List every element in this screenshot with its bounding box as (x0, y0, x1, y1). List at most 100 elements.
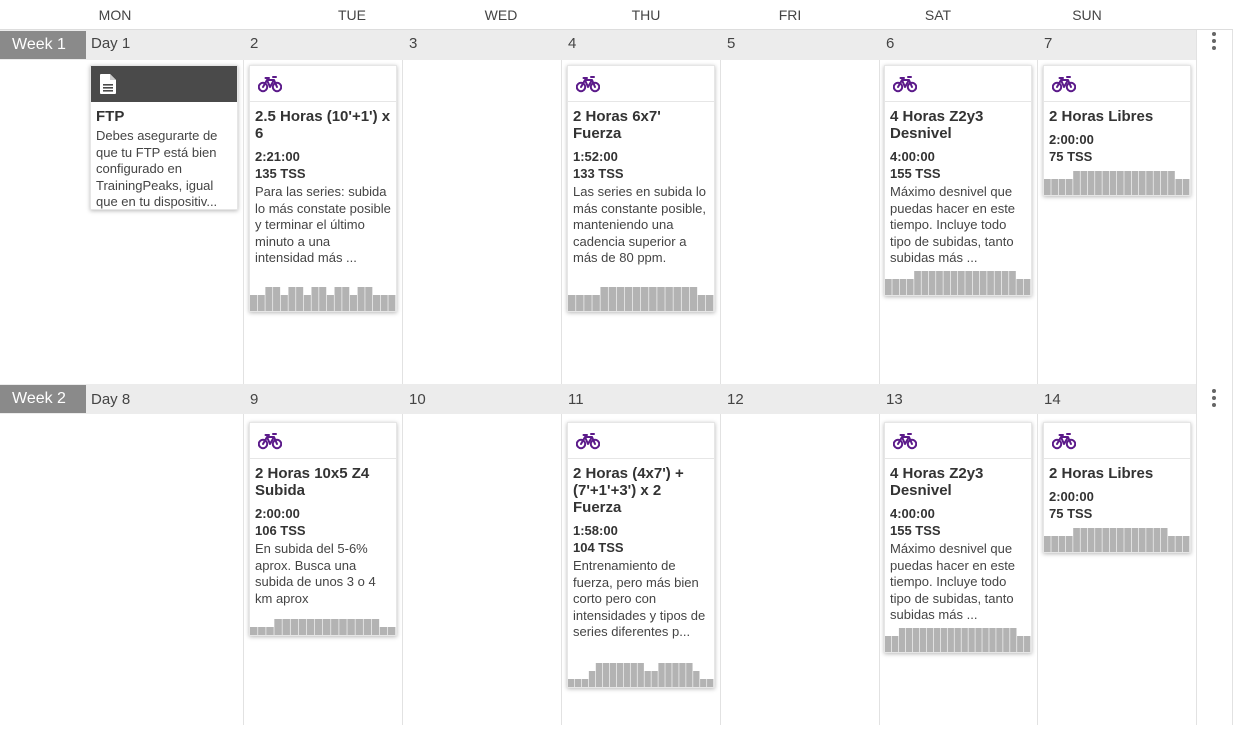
profile-bar (1087, 528, 1095, 552)
profile-bar (1065, 536, 1073, 552)
profile-bar (342, 287, 350, 311)
profile-bar (1160, 171, 1168, 195)
profile-bar (943, 271, 951, 295)
workout-profile-graph (568, 287, 714, 311)
bike-icon (576, 76, 600, 93)
workout-tss: 135 TSS (255, 166, 306, 181)
profile-bar (372, 295, 381, 311)
profile-bar (298, 619, 307, 635)
day-number: 9 (250, 391, 259, 408)
profile-bar (936, 271, 943, 295)
week-2-label[interactable]: Week 2 (0, 385, 86, 413)
profile-bar (905, 628, 913, 652)
workout-duration: 1:52:00 (573, 149, 618, 164)
day-header-mon: MON (98, 7, 132, 23)
workout-profile-graph (885, 271, 1031, 295)
workout-card[interactable]: 2 Horas Libres 2:00:00 75 TSS (1043, 65, 1191, 196)
note-card-header (91, 66, 237, 102)
workout-profile-graph (1044, 528, 1190, 552)
profile-bar (303, 295, 311, 311)
profile-bar (641, 287, 649, 311)
profile-bar (1102, 528, 1110, 552)
profile-bar (1017, 636, 1024, 652)
workout-card[interactable]: 2 Horas Libres 2:00:00 75 TSS (1043, 422, 1191, 553)
profile-bar (1009, 271, 1016, 295)
profile-bar (387, 627, 396, 635)
week-1-menu-icon[interactable] (1204, 30, 1224, 54)
profile-bar (649, 287, 657, 311)
day-header-row: MON TUE WED THU FRI SAT SUN (0, 0, 1233, 30)
profile-bar (1153, 528, 1161, 552)
week-1-label[interactable]: Week 1 (0, 31, 86, 59)
workout-tss: 75 TSS (1049, 149, 1093, 164)
profile-bar (940, 628, 947, 652)
profile-bar (707, 679, 714, 687)
profile-bar (357, 287, 365, 311)
workout-description: Entrenamiento de fuerza, pero más bien c… (573, 558, 706, 640)
workout-tss: 133 TSS (573, 166, 624, 181)
workout-duration: 2:21:00 (255, 149, 300, 164)
workout-tss: 75 TSS (1049, 506, 1093, 521)
workout-title: FTP (96, 108, 125, 125)
profile-bar (1153, 171, 1161, 195)
profile-bar (1109, 171, 1117, 195)
note-card-ftp[interactable]: FTP Debes asegurarte de que tu FTP está … (90, 65, 238, 210)
profile-bar (1138, 171, 1146, 195)
profile-bar (347, 619, 355, 635)
workout-description: Las series en subida lo más constante po… (573, 184, 706, 266)
profile-bar (1146, 528, 1153, 552)
profile-bar (996, 628, 1003, 652)
profile-bar (885, 636, 892, 652)
profile-bar (1146, 171, 1153, 195)
profile-bar (568, 679, 575, 687)
bike-icon (576, 433, 600, 450)
profile-bar (602, 663, 610, 687)
profile-bar (380, 295, 388, 311)
workout-title: 2.5 Horas (10'+1') x 6 (255, 108, 391, 142)
profile-bar (266, 627, 274, 635)
profile-bar (1131, 528, 1139, 552)
workout-profile-graph (250, 287, 396, 311)
day-header-tue: TUE (338, 7, 366, 23)
profile-bar (947, 628, 954, 652)
workout-duration: 1:58:00 (573, 523, 618, 538)
profile-bar (637, 663, 644, 687)
column-divider (1037, 30, 1038, 725)
profile-bar (994, 271, 1002, 295)
profile-bar (1095, 171, 1102, 195)
workout-card[interactable]: 4 Horas Z2y3 Desnivel 4:00:00 155 TSS Má… (884, 422, 1032, 653)
column-divider (402, 30, 403, 725)
column-divider (243, 30, 244, 725)
profile-bar (686, 663, 693, 687)
workout-card[interactable]: 2 Horas (4x7') + (7'+1'+3') x 2 Fuerza 1… (567, 422, 715, 688)
workout-card[interactable]: 4 Horas Z2y3 Desnivel 4:00:00 155 TSS Má… (884, 65, 1032, 296)
day-number: 13 (886, 391, 903, 408)
bike-icon (258, 433, 282, 450)
workout-duration: 4:00:00 (890, 506, 935, 521)
profile-bar (311, 287, 319, 311)
profile-bar (1131, 171, 1139, 195)
day-number: 12 (727, 391, 744, 408)
profile-bar (349, 295, 357, 311)
workout-card[interactable]: 2.5 Horas (10'+1') x 6 2:21:00 135 TSS P… (249, 65, 397, 312)
profile-bar (1117, 171, 1124, 195)
column-divider (879, 30, 880, 725)
profile-bar (933, 628, 941, 652)
workout-profile-graph (1044, 171, 1190, 195)
profile-bar (906, 279, 914, 295)
week-2-menu-icon[interactable] (1204, 387, 1224, 411)
profile-bar (319, 287, 327, 311)
workout-card[interactable]: 2 Horas 10x5 Z4 Subida 2:00:00 106 TSS E… (249, 422, 397, 636)
profile-bar (693, 671, 700, 687)
day-number: 4 (568, 35, 577, 52)
profile-bar (623, 663, 630, 687)
workout-profile-graph (885, 628, 1031, 652)
profile-bar (600, 287, 608, 311)
profile-bar (363, 619, 372, 635)
profile-bar (665, 287, 673, 311)
workout-description: Máximo desnivel que puedas hacer en este… (890, 541, 1016, 623)
workout-card[interactable]: 2 Horas 6x7' Fuerza 1:52:00 133 TSS Las … (567, 65, 715, 312)
profile-bar (574, 679, 582, 687)
column-divider (720, 30, 721, 725)
profile-bar (665, 663, 672, 687)
